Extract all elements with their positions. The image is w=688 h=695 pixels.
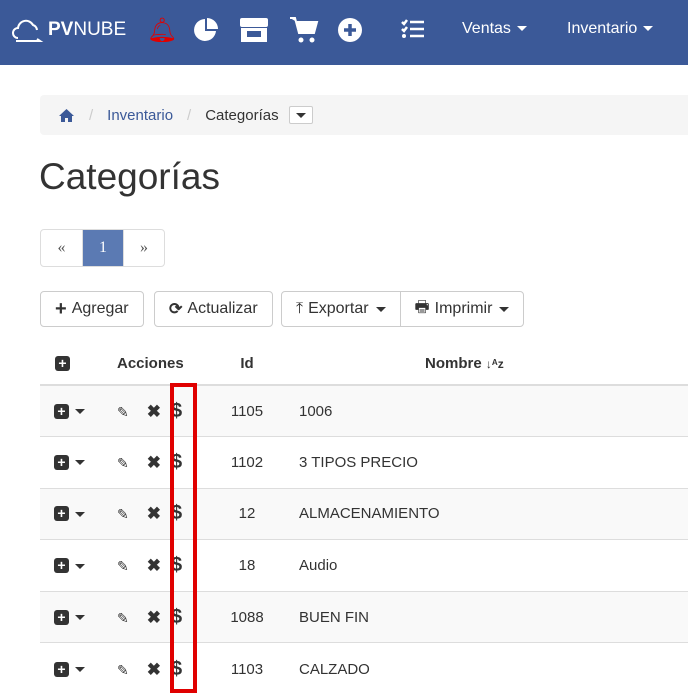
export-button[interactable]: ⤒ Exportar — [282, 292, 400, 326]
cell-id: 12 — [195, 487, 299, 540]
delete-icon[interactable]: ✖ — [147, 453, 161, 472]
breadcrumb-separator: / — [187, 106, 192, 124]
menu-ventas[interactable]: Ventas — [462, 20, 527, 38]
header-actions: Acciones — [85, 343, 195, 386]
edit-icon[interactable]: ✎ — [117, 558, 129, 574]
delete-icon[interactable]: ✖ — [147, 402, 161, 421]
export-icon: ⤒ — [296, 300, 304, 317]
delete-icon[interactable]: ✖ — [147, 608, 161, 627]
pie-chart-icon[interactable] — [192, 15, 220, 45]
store-icon[interactable] — [237, 15, 271, 45]
edit-icon[interactable]: ✎ — [117, 662, 129, 678]
row-dropdown-icon[interactable] — [75, 667, 85, 673]
add-label: Agregar — [71, 300, 129, 317]
cell-name: 3 TIPOS PRECIO — [299, 436, 688, 489]
plus-circle-icon[interactable] — [336, 15, 364, 45]
sort-alpha-icon: ↓ᴬz — [485, 357, 504, 371]
expand-all-icon[interactable]: + — [55, 356, 70, 371]
cart-icon[interactable] — [288, 15, 320, 45]
home-icon[interactable] — [58, 108, 75, 123]
row-dropdown-icon[interactable] — [75, 409, 85, 415]
pagination-next[interactable]: » — [123, 230, 164, 266]
expand-row-icon[interactable]: + — [54, 506, 69, 522]
breadcrumb: / Inventario / Categorías — [40, 95, 688, 135]
delete-icon[interactable]: ✖ — [147, 504, 161, 523]
breadcrumb-categorias: Categorías — [205, 106, 279, 124]
cell-id: 1105 — [195, 384, 299, 437]
brand-rest: NUBE — [73, 19, 127, 40]
task-list-icon[interactable] — [399, 15, 427, 45]
caret-down-icon — [643, 26, 654, 32]
edit-icon[interactable]: ✎ — [117, 506, 129, 522]
plus-icon: + — [55, 297, 67, 320]
menu-ventas-label: Ventas — [462, 20, 511, 37]
add-button[interactable]: + Agregar — [40, 291, 144, 327]
header-name[interactable]: Nombre ↓ᴬz — [299, 343, 688, 386]
delete-icon[interactable]: ✖ — [147, 556, 161, 575]
brand-logo[interactable]: PV NUBE — [12, 16, 126, 44]
row-dropdown-icon[interactable] — [75, 512, 85, 518]
edit-icon[interactable]: ✎ — [117, 610, 129, 626]
expand-row-icon[interactable]: + — [54, 609, 69, 625]
breadcrumb-inventario[interactable]: Inventario — [107, 107, 173, 124]
top-navbar: PV NUBE 🔔︎ Ventas Inventario — [0, 0, 688, 65]
bell-icon[interactable]: 🔔︎ — [147, 15, 177, 45]
cell-name: 1006 — [299, 384, 688, 437]
row-dropdown-icon[interactable] — [75, 563, 85, 569]
page-title: Categorías — [39, 156, 220, 197]
brand-bold: PV — [48, 19, 74, 40]
delete-icon[interactable]: ✖ — [147, 660, 161, 679]
price-column-highlight — [170, 383, 197, 693]
cell-id: 18 — [195, 539, 299, 592]
refresh-button[interactable]: ⟳ Actualizar — [154, 291, 273, 327]
print-button[interactable]: 🖶︎ Imprimir — [399, 292, 524, 326]
edit-icon[interactable]: ✎ — [117, 404, 129, 420]
menu-inventario-label: Inventario — [567, 20, 638, 37]
cell-name: ALMACENAMIENTO — [299, 487, 688, 540]
print-label: Imprimir — [434, 300, 493, 317]
row-dropdown-icon[interactable] — [75, 615, 85, 621]
header-id[interactable]: Id — [195, 343, 299, 386]
cell-id: 1102 — [195, 436, 299, 489]
table-row: + ✎ ✖ $ 12 ALMACENAMIENTO — [40, 487, 688, 540]
cell-name: BUEN FIN — [299, 590, 688, 643]
pagination-page-1[interactable]: 1 — [82, 230, 123, 266]
caret-down-icon — [516, 26, 527, 32]
refresh-icon: ⟳ — [169, 301, 183, 318]
table-row: + ✎ ✖ $ 18 Audio — [40, 539, 688, 592]
breadcrumb-separator: / — [89, 106, 94, 124]
expand-row-icon[interactable]: + — [54, 403, 69, 419]
cloud-icon — [12, 19, 44, 42]
print-icon: 🖶︎ — [414, 298, 430, 316]
expand-row-icon[interactable]: + — [54, 558, 69, 574]
expand-row-icon[interactable]: + — [54, 661, 69, 677]
refresh-label: Actualizar — [187, 300, 258, 317]
pagination: « 1 » — [40, 229, 165, 267]
table-row: + ✎ ✖ $ 1088 BUEN FIN — [40, 590, 688, 643]
expand-row-icon[interactable]: + — [54, 454, 69, 470]
cell-name: CALZADO — [299, 642, 688, 695]
breadcrumb-dropdown-button[interactable] — [288, 106, 313, 124]
table-row: + ✎ ✖ $ 1102 3 TIPOS PRECIO — [40, 436, 688, 489]
table-row: + ✎ ✖ $ 1103 CALZADO — [40, 642, 688, 695]
menu-inventario[interactable]: Inventario — [567, 20, 654, 38]
edit-icon[interactable]: ✎ — [117, 455, 129, 471]
table-row: + ✎ ✖ $ 1105 1006 — [40, 384, 688, 437]
cell-id: 1088 — [195, 590, 299, 643]
pagination-prev[interactable]: « — [41, 230, 82, 266]
cell-name: Audio — [299, 539, 688, 592]
categories-table: + Acciones Id Nombre ↓ᴬz + ✎ ✖ $ 1105 1006… — [40, 343, 688, 695]
export-print-group: ⤒ Exportar 🖶︎ Imprimir — [281, 291, 525, 327]
row-dropdown-icon[interactable] — [75, 460, 85, 466]
cell-id: 1103 — [195, 642, 299, 695]
export-label: Exportar — [308, 300, 369, 317]
